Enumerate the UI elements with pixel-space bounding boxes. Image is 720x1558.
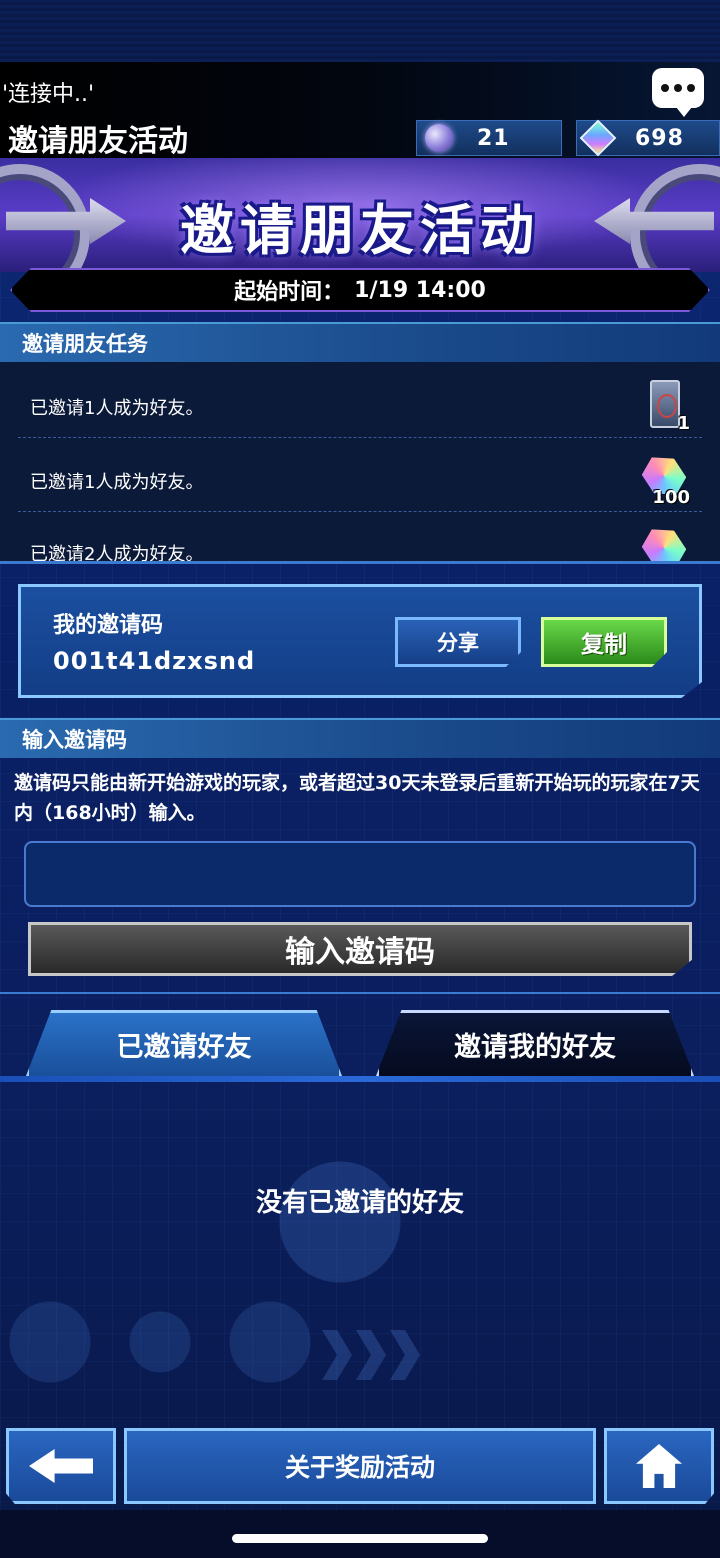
top-strip <box>0 0 720 62</box>
tasks-heading: 邀请朋友任务 <box>0 322 720 362</box>
connection-status: '连接中..' <box>2 82 95 107</box>
task-text: 已邀请1人成为好友。 <box>30 472 204 493</box>
start-time-label: 起始时间： <box>234 280 345 305</box>
back-button[interactable] <box>6 1428 116 1504</box>
share-button[interactable]: 分享 <box>395 617 521 667</box>
about-rewards-button[interactable]: 关于奖励活动 <box>124 1428 596 1504</box>
chat-dot-icon <box>674 84 682 92</box>
gem-icon <box>579 119 617 157</box>
chevron-right-icon <box>390 1330 420 1380</box>
start-time-bar: 起始时间： 1/19 14:00 <box>10 268 710 312</box>
chat-dot-icon <box>661 84 669 92</box>
back-arrow-icon <box>29 1449 93 1483</box>
divider <box>0 992 720 994</box>
enter-code-button[interactable]: 输入邀请码 <box>28 922 692 976</box>
chat-button[interactable] <box>652 68 704 117</box>
reward-count: 100 <box>652 487 690 508</box>
task-text: 已邀请2人成为好友。 <box>30 544 204 564</box>
reward-count: 100 <box>652 559 690 561</box>
card-icon <box>650 380 680 428</box>
task-row: 已邀请2人成为好友。 100 <box>18 512 702 564</box>
tasks-list[interactable]: 已邀请1人成为好友。 1 已邀请1人成为好友。 100 已邀请2人成为好友。 1… <box>0 362 720 564</box>
task-reward[interactable]: 100 <box>638 452 694 508</box>
tab-inviter-friends[interactable]: 邀请我的好友 <box>376 1010 694 1076</box>
orb-currency: 21 <box>416 120 562 156</box>
home-icon <box>636 1444 682 1488</box>
gem-currency: 698 <box>576 119 720 157</box>
banner-title: 邀请朋友活动 <box>180 199 540 262</box>
chat-dot-icon <box>687 84 695 92</box>
tab-invited-friends[interactable]: 已邀请好友 <box>26 1010 342 1076</box>
copy-button[interactable]: 复制 <box>541 617 667 667</box>
task-text: 已邀请1人成为好友。 <box>30 398 204 419</box>
orb-count: 21 <box>477 125 510 151</box>
chevron-right-icon <box>322 1330 352 1380</box>
task-row: 已邀请1人成为好友。 1 <box>18 366 702 438</box>
home-button[interactable] <box>604 1428 714 1504</box>
task-row: 已邀请1人成为好友。 100 <box>18 440 702 512</box>
orb-icon <box>425 124 453 152</box>
chevron-decoration <box>322 1330 420 1380</box>
gem-icon <box>637 521 692 564</box>
home-indicator[interactable] <box>232 1534 488 1543</box>
task-reward[interactable]: 100 <box>637 521 694 564</box>
task-reward[interactable]: 1 <box>638 378 694 434</box>
my-code-label: 我的邀请码 <box>53 613 164 638</box>
input-code-description: 邀请码只能由新开始游戏的玩家，或者超过30天未登录后重新开始玩的玩家在7天内（1… <box>14 772 700 824</box>
input-code-heading: 输入邀请码 <box>0 718 720 758</box>
page-title: 邀请朋友活动 <box>8 124 188 159</box>
chevron-right-icon <box>356 1330 386 1380</box>
reward-count: 1 <box>677 413 690 434</box>
my-invite-code-panel: 我的邀请码 001t41dzxsnd 分享 复制 <box>18 584 702 698</box>
gem-count: 698 <box>635 125 684 151</box>
my-code-value: 001t41dzxsnd <box>53 647 256 675</box>
start-time-value: 1/19 14:00 <box>354 277 486 303</box>
event-banner: 邀请朋友活动 <box>0 158 720 272</box>
empty-list-message: 没有已邀请的好友 <box>255 1188 464 1218</box>
invite-code-input[interactable] <box>24 841 696 907</box>
app-screen: '连接中..' 邀请朋友活动 21 698 邀请朋友活动 起始时间： 1/19 … <box>0 0 720 1558</box>
